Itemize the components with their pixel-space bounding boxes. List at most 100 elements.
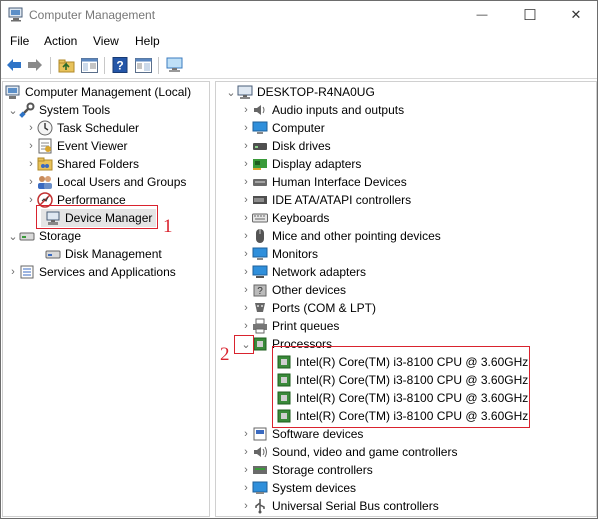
title-bar: Computer Management — ☐ ✕ xyxy=(1,1,597,29)
connect-computer-button[interactable] xyxy=(165,56,183,74)
menu-help[interactable]: Help xyxy=(135,34,160,48)
device-category[interactable]: › Audio inputs and outputs xyxy=(240,101,404,119)
device-category[interactable]: › Print queues xyxy=(240,317,339,335)
toolbar-separator xyxy=(158,57,159,74)
tree-item-task-scheduler[interactable]: › Task Scheduler xyxy=(25,119,139,137)
chevron-right-icon[interactable]: › xyxy=(240,101,252,119)
maximize-icon: ☐ xyxy=(523,7,537,24)
device-category[interactable]: › Human Interface Devices xyxy=(240,173,407,191)
storage-icon xyxy=(19,228,35,244)
chevron-right-icon[interactable]: › xyxy=(240,245,252,263)
device-category[interactable]: › System devices xyxy=(240,479,356,497)
forward-button[interactable] xyxy=(26,56,44,74)
processor-icon xyxy=(252,336,268,352)
device-category[interactable]: › Ports (COM & LPT) xyxy=(240,299,376,317)
category-label: Network adapters xyxy=(272,265,367,279)
chevron-right-icon[interactable]: › xyxy=(25,119,37,137)
device-category[interactable]: › Monitors xyxy=(240,245,318,263)
device-category[interactable]: › Network adapters xyxy=(240,263,366,281)
category-label: Mice and other pointing devices xyxy=(272,229,441,243)
chevron-right-icon[interactable]: › xyxy=(240,173,252,191)
chevron-right-icon[interactable]: › xyxy=(240,299,252,317)
tree-item-disk-management[interactable]: Disk Management xyxy=(41,245,162,263)
chevron-right-icon[interactable]: › xyxy=(240,155,252,173)
tree-root-computer-management[interactable]: Computer Management (Local) xyxy=(5,83,191,101)
chevron-down-icon[interactable]: ⌄ xyxy=(225,83,237,101)
tree-item-shared-folders[interactable]: › Shared Folders xyxy=(25,155,139,173)
chevron-right-icon[interactable]: › xyxy=(25,137,37,155)
device-category[interactable]: › Display adapters xyxy=(240,155,361,173)
category-label: Universal Serial Bus controllers xyxy=(272,499,439,513)
chevron-right-icon[interactable]: › xyxy=(240,443,252,461)
device-category[interactable]: › Sound, video and game controllers xyxy=(240,443,457,461)
menu-view[interactable]: View xyxy=(93,34,119,48)
category-label: Audio inputs and outputs xyxy=(272,103,405,117)
chevron-right-icon[interactable]: › xyxy=(25,173,37,191)
menu-file[interactable]: File xyxy=(10,34,29,48)
chevron-right-icon[interactable]: › xyxy=(240,263,252,281)
up-one-level-button[interactable] xyxy=(57,56,75,74)
category-label: Monitors xyxy=(272,247,319,261)
category-label: Ports (COM & LPT) xyxy=(272,301,377,315)
svg-text:?: ? xyxy=(116,59,123,73)
chevron-down-icon[interactable]: ⌄ xyxy=(7,101,19,119)
tree-item-local-users-groups[interactable]: › Local Users and Groups xyxy=(25,173,186,191)
chevron-down-icon[interactable]: ⌄ xyxy=(7,227,19,245)
annotation-box-1 xyxy=(36,205,158,229)
properties-button[interactable] xyxy=(134,56,152,74)
annotation-number-2: 2 xyxy=(220,344,230,365)
device-category[interactable]: › Universal Serial Bus controllers xyxy=(240,497,439,515)
chevron-right-icon[interactable]: › xyxy=(240,425,252,443)
system-tools-icon xyxy=(19,102,35,118)
chevron-right-icon[interactable]: › xyxy=(240,281,252,299)
category-label: Print queues xyxy=(272,319,340,333)
shared-folder-icon xyxy=(37,156,53,172)
tree-item-system-tools[interactable]: ⌄ System Tools xyxy=(7,101,110,119)
chevron-right-icon[interactable]: › xyxy=(240,227,252,245)
properties-icon xyxy=(134,57,152,73)
chevron-right-icon[interactable]: › xyxy=(240,119,252,137)
software-device-icon xyxy=(252,426,268,442)
tree-item-event-viewer[interactable]: › Event Viewer xyxy=(25,137,127,155)
tree-item-services-applications[interactable]: › Services and Applications xyxy=(7,263,176,281)
device-category[interactable]: › Mice and other pointing devices xyxy=(240,227,441,245)
show-hide-console-tree-button[interactable] xyxy=(80,56,98,74)
chevron-right-icon[interactable]: › xyxy=(7,263,19,281)
annotation-number-1: 1 xyxy=(163,216,173,237)
storage-controller-icon xyxy=(252,462,268,478)
back-button[interactable] xyxy=(5,56,23,74)
svg-text:?: ? xyxy=(257,286,263,297)
tree-label: Disk Management xyxy=(65,247,162,261)
forward-icon xyxy=(28,59,42,71)
chevron-right-icon[interactable]: › xyxy=(240,461,252,479)
device-category[interactable]: › IDE ATA/ATAPI controllers xyxy=(240,191,411,209)
close-button[interactable]: ✕ xyxy=(553,1,597,29)
device-category[interactable]: › Disk drives xyxy=(240,137,331,155)
tree-item-storage[interactable]: ⌄ Storage xyxy=(7,227,81,245)
device-tree-root[interactable]: ⌄ DESKTOP-R4NA0UG xyxy=(225,83,375,101)
tree-label: Shared Folders xyxy=(57,157,140,171)
chevron-right-icon[interactable]: › xyxy=(240,497,252,515)
menu-action[interactable]: Action xyxy=(44,34,77,48)
minimize-button[interactable]: — xyxy=(459,1,505,29)
chevron-right-icon[interactable]: › xyxy=(240,317,252,335)
chevron-right-icon[interactable]: › xyxy=(240,479,252,497)
device-category[interactable]: › Keyboards xyxy=(240,209,329,227)
chevron-right-icon[interactable]: › xyxy=(240,137,252,155)
disk-management-icon xyxy=(45,246,61,262)
category-label: System devices xyxy=(272,481,357,495)
chevron-right-icon[interactable]: › xyxy=(240,191,252,209)
device-category[interactable]: › Storage controllers xyxy=(240,461,373,479)
ide-controller-icon xyxy=(252,192,268,208)
printer-icon xyxy=(252,318,268,334)
monitor-icon xyxy=(166,57,182,72)
tree-label: Services and Applications xyxy=(39,265,176,279)
help-button[interactable]: ? xyxy=(111,56,129,74)
chevron-right-icon[interactable]: › xyxy=(25,155,37,173)
device-category[interactable]: › Computer xyxy=(240,119,325,137)
tree-label: Event Viewer xyxy=(57,139,128,153)
maximize-button[interactable]: ☐ xyxy=(507,1,553,29)
chevron-right-icon[interactable]: › xyxy=(240,209,252,227)
category-label: Other devices xyxy=(272,283,347,297)
device-category[interactable]: › ? Other devices xyxy=(240,281,346,299)
